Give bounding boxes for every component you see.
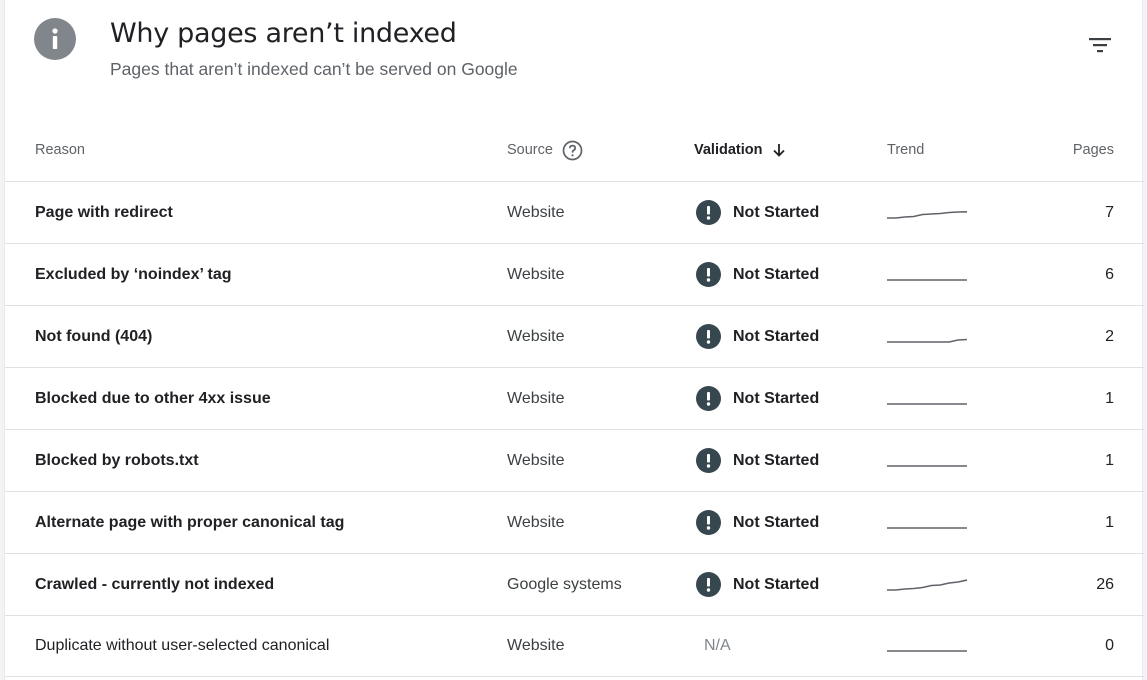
source-cell: Website xyxy=(507,513,565,531)
table-row[interactable]: Crawled - currently not indexed Google s… xyxy=(5,554,1144,616)
report-card: Why pages aren’t indexed Pages that aren… xyxy=(4,0,1144,680)
source-cell: Website xyxy=(507,451,565,469)
reason-cell: Not found (404) xyxy=(35,327,153,345)
source-cell: Website xyxy=(507,265,565,283)
column-header-reason: Reason xyxy=(35,118,85,182)
validation-cell: Not Started xyxy=(696,182,819,243)
trend-sparkline xyxy=(887,554,967,615)
reason-cell: Blocked due to other 4xx issue xyxy=(35,389,271,407)
exclamation-icon xyxy=(696,386,721,411)
reason-cell: Page with redirect xyxy=(35,203,173,221)
table-row[interactable]: Not found (404) Website Not Started 2 xyxy=(5,306,1144,368)
source-cell: Website xyxy=(507,203,565,221)
reason-cell: Excluded by ‘noindex’ tag xyxy=(35,265,232,283)
trend-sparkline xyxy=(887,616,967,676)
table-row[interactable]: Page with redirect Website Not Started 7 xyxy=(5,182,1144,244)
table-body: Page with redirect Website Not Started 7… xyxy=(5,182,1144,677)
pages-cell: 1 xyxy=(1105,513,1114,531)
column-label-validation: Validation xyxy=(694,142,763,158)
validation-cell: Not Started xyxy=(696,244,819,305)
column-header-trend: Trend xyxy=(887,118,924,182)
validation-status: Not Started xyxy=(696,262,819,287)
reason-cell: Crawled - currently not indexed xyxy=(35,575,275,593)
validation-status: Not Started xyxy=(696,386,819,411)
exclamation-icon xyxy=(696,572,721,597)
column-label-pages: Pages xyxy=(1072,142,1114,158)
validation-label: Not Started xyxy=(733,389,820,407)
source-cell: Google systems xyxy=(507,575,622,593)
column-label-source: Source xyxy=(507,142,553,158)
source-cell: Website xyxy=(507,637,565,654)
validation-label: Not Started xyxy=(733,513,820,531)
validation-cell: N/A xyxy=(696,616,731,676)
source-cell: Website xyxy=(507,327,565,345)
validation-status: Not Started xyxy=(696,510,819,535)
pages-cell: 7 xyxy=(1105,203,1114,221)
column-header-source: Source xyxy=(507,118,583,182)
trend-sparkline xyxy=(887,492,967,553)
page-title: Why pages aren’t indexed xyxy=(110,18,457,49)
column-label-reason: Reason xyxy=(35,142,85,158)
trend-sparkline xyxy=(887,368,967,429)
validation-status: N/A xyxy=(704,637,731,654)
trend-sparkline xyxy=(887,430,967,491)
reason-cell: Duplicate without user-selected canonica… xyxy=(35,637,330,654)
pages-cell: 6 xyxy=(1105,265,1114,283)
reason-cell: Blocked by robots.txt xyxy=(35,451,199,469)
validation-status: Not Started xyxy=(696,324,819,349)
table-row[interactable]: Duplicate without user-selected canonica… xyxy=(5,616,1144,677)
column-header-pages: Pages xyxy=(1073,118,1114,182)
column-label-trend: Trend xyxy=(887,142,925,158)
table-row[interactable]: Blocked due to other 4xx issue Website N… xyxy=(5,368,1144,430)
pages-cell: 0 xyxy=(1105,637,1114,654)
pages-cell: 26 xyxy=(1096,575,1114,593)
exclamation-icon xyxy=(696,200,721,225)
validation-label: Not Started xyxy=(733,327,820,345)
validation-label: Not Started xyxy=(733,575,820,593)
info-icon xyxy=(34,18,76,60)
trend-sparkline xyxy=(887,306,967,367)
table-row[interactable]: Blocked by robots.txt Website Not Starte… xyxy=(5,430,1144,492)
exclamation-icon xyxy=(696,262,721,287)
validation-label: Not Started xyxy=(733,451,820,469)
arrow-down-icon xyxy=(771,142,787,158)
help-icon[interactable] xyxy=(562,140,583,161)
trend-sparkline xyxy=(887,244,967,305)
trend-sparkline xyxy=(887,182,967,243)
exclamation-icon xyxy=(696,324,721,349)
validation-status: Not Started xyxy=(696,572,819,597)
validation-label: Not Started xyxy=(733,203,820,221)
source-cell: Website xyxy=(507,389,565,407)
pages-cell: 1 xyxy=(1105,451,1114,469)
validation-cell: Not Started xyxy=(696,306,819,367)
pages-cell: 2 xyxy=(1105,327,1114,345)
validation-label: Not Started xyxy=(733,265,820,283)
exclamation-icon xyxy=(696,510,721,535)
page-subtitle: Pages that aren’t indexed can’t be serve… xyxy=(110,59,518,79)
table-row[interactable]: Excluded by ‘noindex’ tag Website Not St… xyxy=(5,244,1144,306)
column-header-validation[interactable]: Validation xyxy=(694,118,787,182)
validation-cell: Not Started xyxy=(696,430,819,491)
exclamation-icon xyxy=(696,448,721,473)
validation-cell: Not Started xyxy=(696,368,819,429)
filter-icon[interactable] xyxy=(1085,32,1115,58)
validation-status: Not Started xyxy=(696,448,819,473)
validation-cell: Not Started xyxy=(696,492,819,553)
pages-cell: 1 xyxy=(1105,389,1114,407)
validation-status: Not Started xyxy=(696,200,819,225)
table-header: Reason Source Validation Trend Pages xyxy=(5,118,1144,182)
table-row[interactable]: Alternate page with proper canonical tag… xyxy=(5,492,1144,554)
validation-cell: Not Started xyxy=(696,554,819,615)
reason-cell: Alternate page with proper canonical tag xyxy=(35,513,345,531)
